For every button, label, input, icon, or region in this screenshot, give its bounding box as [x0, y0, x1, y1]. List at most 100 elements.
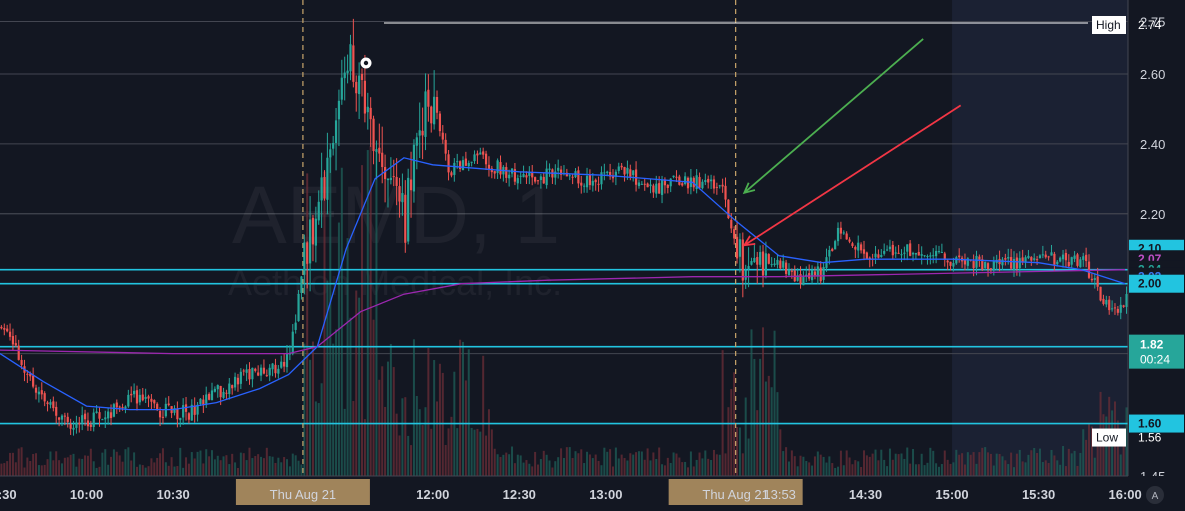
candle-body	[257, 372, 260, 376]
candle-body	[753, 257, 756, 263]
volume-bar	[906, 447, 909, 476]
volume-bar	[1050, 449, 1053, 476]
volume-bar	[398, 435, 401, 476]
volume-bar	[929, 447, 932, 476]
volume-bar	[26, 457, 29, 476]
candle-body	[611, 176, 615, 179]
volume-bar	[112, 449, 115, 476]
price-chart[interactable]: AEMD, 1 Aethlon Medical, Inc. 2.752.602.…	[0, 0, 1185, 511]
volume-bar	[845, 450, 848, 476]
volume-bar	[920, 453, 923, 476]
candle-body	[104, 417, 107, 420]
candle-body	[1079, 259, 1082, 268]
candle-body	[1070, 257, 1073, 265]
volume-bar	[776, 392, 779, 476]
candle-body	[1050, 252, 1053, 256]
volume-bar	[1096, 445, 1099, 476]
volume-bar	[1059, 464, 1062, 476]
candle-body	[1110, 308, 1114, 310]
price-tick: 2.60	[1140, 67, 1165, 82]
volume-bar	[741, 453, 744, 476]
candle-body	[254, 368, 257, 371]
auto-scale-button[interactable]: A	[1146, 486, 1164, 504]
candle-body	[684, 176, 687, 185]
volume-bar	[392, 367, 395, 476]
volume-bar	[963, 464, 966, 476]
candle-body	[1053, 253, 1056, 265]
volume-bar	[182, 467, 185, 476]
volume-bar	[343, 408, 346, 476]
candle-body	[759, 252, 762, 265]
volume-bar	[173, 466, 176, 476]
candle-body	[1082, 256, 1085, 260]
volume-bar	[586, 451, 589, 476]
volume-bar	[1015, 453, 1018, 476]
candle-body	[430, 106, 433, 124]
candle-body	[681, 183, 684, 186]
volume-bar	[378, 379, 381, 476]
volume-bar	[274, 462, 277, 476]
candle-body	[588, 175, 592, 186]
after-hours-shade	[952, 0, 1128, 476]
candle-body	[848, 239, 851, 242]
volume-bar	[718, 454, 721, 476]
candle-body	[277, 368, 280, 374]
candle-body	[877, 254, 880, 258]
volume-bar	[260, 456, 263, 476]
volume-bar	[972, 452, 975, 476]
candle-body	[1056, 261, 1059, 265]
volume-bar	[1073, 450, 1076, 476]
volume-bar	[666, 457, 669, 476]
volume-bar	[597, 460, 600, 476]
candle-body	[632, 170, 635, 176]
volume-bar	[646, 448, 649, 476]
candle-body	[95, 411, 98, 413]
candle-body	[920, 254, 923, 256]
volume-bar	[958, 454, 961, 476]
candle-body	[473, 154, 476, 162]
volume-bar	[762, 327, 765, 476]
candle-body	[280, 361, 283, 368]
volume-bar	[952, 462, 955, 476]
volume-bar	[150, 458, 153, 476]
candle-body	[210, 390, 214, 401]
volume-bar	[1070, 453, 1073, 476]
volume-bar	[632, 454, 635, 476]
volume-bar	[1018, 449, 1021, 476]
volume-bar	[1021, 461, 1024, 476]
candle-body	[1015, 257, 1018, 269]
volume-bar	[121, 461, 124, 476]
candle-body	[303, 242, 306, 275]
candle-body	[17, 345, 20, 360]
volume-bar	[444, 444, 447, 476]
candle-body	[1001, 259, 1004, 266]
candle-body	[580, 182, 583, 186]
candle-body	[958, 255, 961, 258]
volume-bar	[560, 448, 563, 476]
candle-body	[1090, 278, 1093, 281]
candle-body	[1010, 257, 1013, 269]
volume-bar	[424, 407, 427, 476]
candle-body	[986, 263, 990, 270]
candle-body	[655, 183, 658, 194]
candle-body	[0, 326, 3, 329]
candle-body	[937, 251, 941, 253]
volume-bar	[1013, 467, 1016, 476]
candle-body	[216, 385, 219, 390]
candle-body	[1087, 261, 1091, 278]
volume-bar	[753, 358, 756, 476]
volume-bar	[603, 447, 606, 476]
volume-bar	[548, 460, 551, 476]
candle-body	[219, 385, 222, 398]
candle-body	[883, 250, 886, 254]
volume-bar	[86, 455, 89, 476]
volume-bar	[724, 453, 727, 476]
volume-bar	[825, 462, 828, 476]
candle-body	[363, 80, 366, 114]
candle-body	[1007, 256, 1010, 259]
candle-body	[395, 176, 398, 186]
candle-body	[721, 184, 724, 187]
candle-body	[291, 331, 294, 354]
candle-body	[516, 178, 519, 184]
candle-body	[193, 405, 196, 415]
